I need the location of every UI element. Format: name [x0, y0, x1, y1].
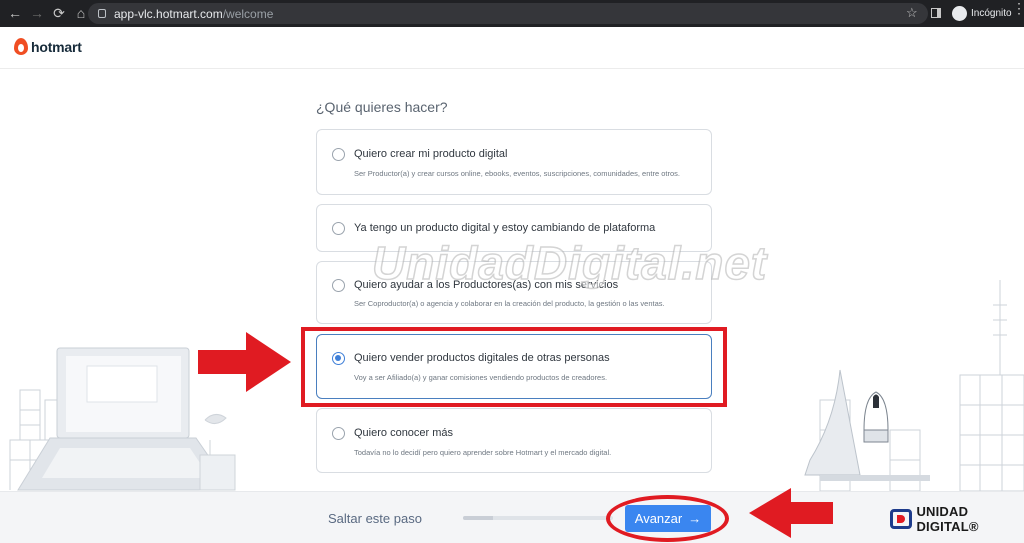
option-title: Quiero crear mi producto digital	[354, 148, 508, 160]
option-description: Todavía no lo decidí pero quiero aprende…	[354, 448, 612, 457]
progress-bar	[463, 516, 613, 520]
flame-icon	[14, 38, 28, 55]
option-title: Quiero conocer más	[354, 427, 454, 439]
skip-step-link[interactable]: Saltar este paso	[328, 511, 422, 526]
annotation-arrow-right-icon	[198, 332, 291, 392]
radio-button[interactable]	[332, 148, 345, 161]
brand-text: UNIDAD DIGITAL®	[916, 504, 979, 534]
forward-icon[interactable]: →	[26, 0, 48, 27]
option-description: Ser Coproductor(a) o agencia y colaborar…	[354, 299, 665, 308]
rocket-illustration	[804, 280, 1024, 492]
browser-toolbar: ← → ⟳ ⌂ app-vlc.hotmart.com/welcome ☆ In…	[0, 0, 1024, 27]
hotmart-logo[interactable]: hotmart	[14, 38, 82, 55]
logo-text: hotmart	[31, 38, 82, 55]
radio-button[interactable]	[332, 279, 345, 292]
annotation-highlight-box	[301, 327, 727, 407]
unidad-digital-logo: UNIDAD DIGITAL®	[890, 504, 1024, 534]
radio-button[interactable]	[332, 222, 345, 235]
annotation-arrow-left-icon	[749, 488, 833, 538]
progress-fill	[463, 516, 493, 520]
lock-icon	[98, 9, 106, 18]
option-title: Ya tengo un producto digital y estoy cam…	[354, 222, 656, 234]
option-create-product[interactable]: Quiero crear mi producto digital Ser Pro…	[316, 129, 712, 195]
bookmark-star-icon[interactable]: ☆	[906, 5, 918, 21]
annotation-ellipse	[606, 495, 729, 542]
option-learn-more[interactable]: Quiero conocer más Todavía no lo decidí …	[316, 408, 712, 473]
url-path: /welcome	[222, 6, 274, 21]
app-header	[0, 27, 1024, 69]
reload-icon[interactable]: ⟳	[48, 0, 70, 27]
watermark-text: UnidadDigital.net	[371, 236, 768, 290]
option-description: Ser Productor(a) y crear cursos online, …	[354, 169, 680, 178]
unidad-digital-icon	[890, 509, 913, 529]
url-host: app-vlc.hotmart.com	[114, 6, 223, 21]
address-bar[interactable]: app-vlc.hotmart.com/welcome	[88, 3, 928, 24]
back-icon[interactable]: ←	[4, 0, 26, 27]
radio-button[interactable]	[332, 427, 345, 440]
incognito-icon[interactable]	[952, 6, 967, 21]
side-panel-icon[interactable]	[931, 8, 941, 18]
onboarding-question: ¿Qué quieres hacer?	[316, 99, 448, 115]
menu-dots-icon[interactable]: ⋮	[1012, 1, 1024, 15]
incognito-label: Incógnito	[971, 8, 1012, 19]
